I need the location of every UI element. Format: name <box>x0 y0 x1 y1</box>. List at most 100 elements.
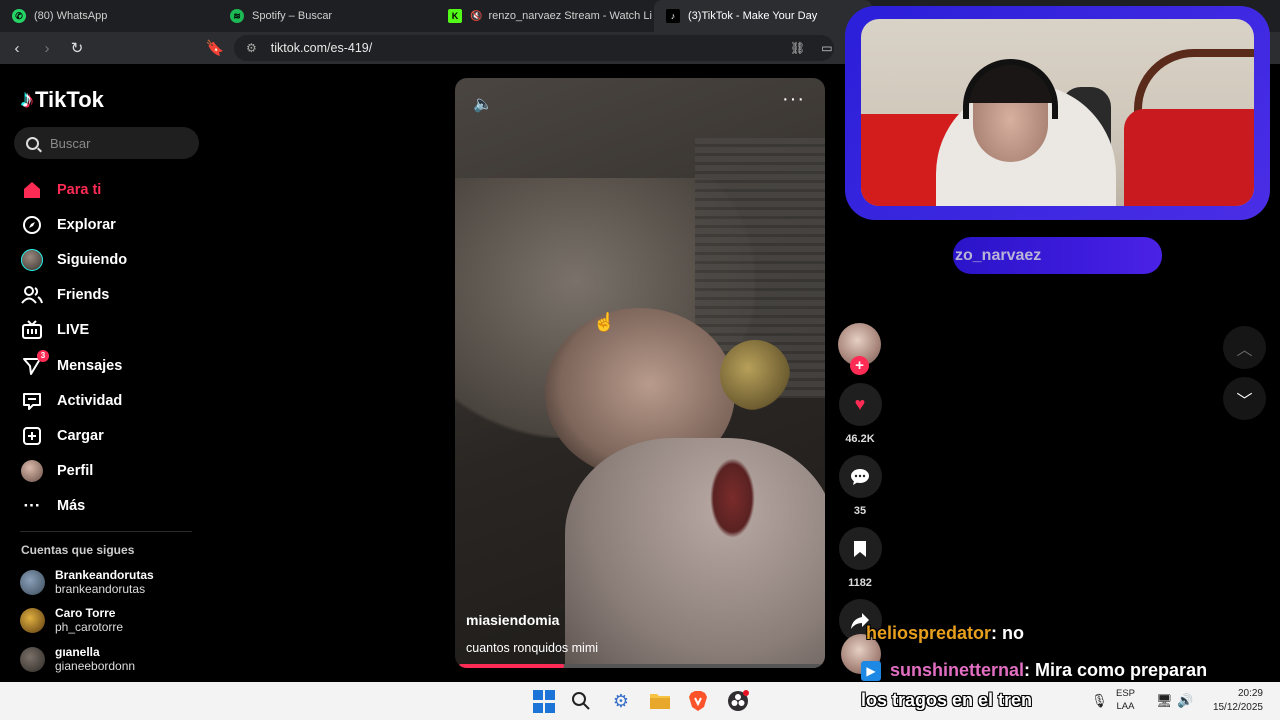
following-section-title: Cuentas que sigues <box>21 543 135 557</box>
messages-icon: 3 <box>20 349 49 378</box>
network-icon[interactable]: 🖥 <box>1156 682 1173 720</box>
upload-icon <box>20 424 44 448</box>
chat-text: : Mira como preparan <box>1024 660 1208 680</box>
streamer-name-banner: zo_narvaez <box>953 237 1162 274</box>
nav-item-friends[interactable]: Friends <box>20 278 127 313</box>
nav-label: Friends <box>57 287 110 304</box>
nav-item-explorar[interactable]: Explorar <box>20 207 127 242</box>
search-input[interactable]: Buscar <box>14 127 199 159</box>
nav-item-perfil[interactable]: Perfil <box>20 454 127 489</box>
video-progress-bar[interactable] <box>459 664 821 668</box>
site-settings-icon[interactable]: ⚙ <box>246 41 257 55</box>
video-player[interactable]: 🔈 ··· miasiendomia cuantos ronquidos mim… <box>455 78 825 668</box>
comment-count: 35 <box>853 505 867 517</box>
reader-mode-icon[interactable]: ⛓ <box>790 41 805 55</box>
nav-label: Cargar <box>57 427 104 444</box>
tab-spotify[interactable]: ≋ Spotify – Buscar <box>218 0 436 32</box>
video-username[interactable]: miasiendomia <box>466 612 559 628</box>
nav-item-mas[interactable]: ··· Más <box>20 489 127 524</box>
chat-message: heliospredator: no <box>866 623 1024 644</box>
save-button[interactable]: 1182 <box>838 527 882 589</box>
following-account[interactable]: gıanella gianeebordonn <box>20 645 135 673</box>
activity-icon <box>20 389 44 413</box>
save-count: 1182 <box>848 577 872 589</box>
chat-text: : no <box>991 623 1025 643</box>
more-options-icon[interactable]: ··· <box>782 88 805 111</box>
lang-code: ESP <box>1116 688 1136 699</box>
account-handle: brankeandorutas <box>55 582 146 596</box>
tiktok-note-icon: ♪ <box>21 86 33 113</box>
live-tv-icon <box>20 318 44 342</box>
following-account[interactable]: Brankeandorutas brankeandorutas <box>20 568 154 596</box>
home-icon <box>20 178 44 202</box>
tiktok-logo[interactable]: ♪ TikTok <box>21 86 104 114</box>
nav-item-siguiendo[interactable]: Siguiendo <box>20 242 127 277</box>
muted-tab-icon[interactable]: 🔇 <box>470 11 482 22</box>
nav-item-actividad[interactable]: Actividad <box>20 383 127 418</box>
file-explorer-icon[interactable] <box>648 689 672 713</box>
progress-fill <box>459 664 564 668</box>
address-bar[interactable]: ⚙ tiktok.com/es-419/ <box>234 35 834 61</box>
brand-name: TikTok <box>35 87 104 112</box>
profile-avatar-icon <box>20 459 44 483</box>
nav-item-para-ti[interactable]: Para ti <box>20 172 127 207</box>
tab-tiktok[interactable]: ♪ (3)TikTok - Make Your Day <box>654 0 872 32</box>
bookmark-icon <box>838 527 882 570</box>
tab-title: Spotify – Buscar <box>252 10 333 22</box>
url-text: tiktok.com/es-419/ <box>270 41 373 55</box>
video-caption: cuantos ronquidos mimi <box>466 641 599 655</box>
account-avatar <box>20 607 45 633</box>
windows-taskbar: ⚙ 🎙 ESP LAA 🖥 🔊 20:29 15/12/2025 <box>0 682 1280 720</box>
reload-icon[interactable]: ↻ <box>64 35 90 61</box>
search-placeholder: Buscar <box>50 135 91 151</box>
settings-gear-icon[interactable]: ⚙ <box>609 689 633 713</box>
cast-icon[interactable]: ▭ <box>821 41 832 55</box>
whatsapp-icon: ✆ <box>12 9 26 23</box>
nav-label: Para ti <box>57 181 102 198</box>
nav-item-live[interactable]: LIVE <box>20 313 127 348</box>
account-avatar <box>20 569 45 595</box>
previous-video-button[interactable]: ︿ <box>1223 326 1266 369</box>
author-avatar[interactable]: + <box>838 323 881 375</box>
microphone-icon[interactable]: 🎙 <box>1091 682 1108 720</box>
heart-icon: ♥ <box>838 383 882 426</box>
taskbar-search-icon[interactable] <box>569 689 593 713</box>
tab-title: renzo_narvaez Stream - Watch Li <box>488 10 652 22</box>
nav-item-mensajes[interactable]: 3 Mensajes <box>20 348 127 383</box>
nav-item-cargar[interactable]: Cargar <box>20 418 127 453</box>
chat-username: sunshinetternal <box>890 660 1025 680</box>
following-avatar-icon <box>20 248 44 272</box>
tab-kick-stream[interactable]: K 🔇 renzo_narvaez Stream - Watch Li <box>436 0 654 32</box>
account-name: Caro Torre <box>55 606 116 620</box>
back-icon[interactable]: ‹ <box>4 35 30 61</box>
volume-icon[interactable]: 🔈 <box>473 94 493 114</box>
friends-icon <box>20 283 44 307</box>
account-name: gıanella <box>55 645 100 659</box>
windows-start-icon[interactable] <box>532 689 556 713</box>
obs-studio-icon[interactable] <box>726 689 750 713</box>
bookmark-icon[interactable]: 🔖 <box>202 35 228 61</box>
brave-browser-icon[interactable] <box>686 689 710 713</box>
volume-tray-icon[interactable]: 🔊 <box>1177 682 1193 720</box>
nav-label: Siguiendo <box>57 251 128 268</box>
sidebar: ♪ TikTok Buscar Para ti Explorar Siguien… <box>0 64 210 682</box>
system-clock[interactable]: 20:29 15/12/2025 <box>1203 687 1263 715</box>
tiktok-icon: ♪ <box>666 9 680 23</box>
language-indicator[interactable]: ESP LAA <box>1116 687 1135 713</box>
like-button[interactable]: ♥ 46.2K <box>838 383 882 445</box>
messages-badge: 3 <box>37 349 49 362</box>
tab-whatsapp[interactable]: ✆ (80) WhatsApp <box>0 0 218 32</box>
next-video-button[interactable]: ﹀ <box>1223 377 1266 420</box>
tab-title: (3)TikTok - Make Your Day <box>688 10 818 22</box>
following-account[interactable]: Caro Torre ph_carotorre <box>20 606 123 634</box>
clock-date: 15/12/2025 <box>1212 702 1263 713</box>
forward-icon[interactable]: › <box>34 35 60 61</box>
chevron-up-icon: ︿ <box>1236 341 1253 359</box>
like-count: 46.2K <box>845 433 875 445</box>
account-name: Brankeandorutas <box>55 568 154 582</box>
sidebar-divider <box>20 531 192 532</box>
comment-button[interactable]: 35 <box>838 455 882 517</box>
kick-icon: K <box>448 9 462 23</box>
follow-plus-icon[interactable]: + <box>850 356 869 375</box>
webcam-feed <box>861 19 1254 206</box>
